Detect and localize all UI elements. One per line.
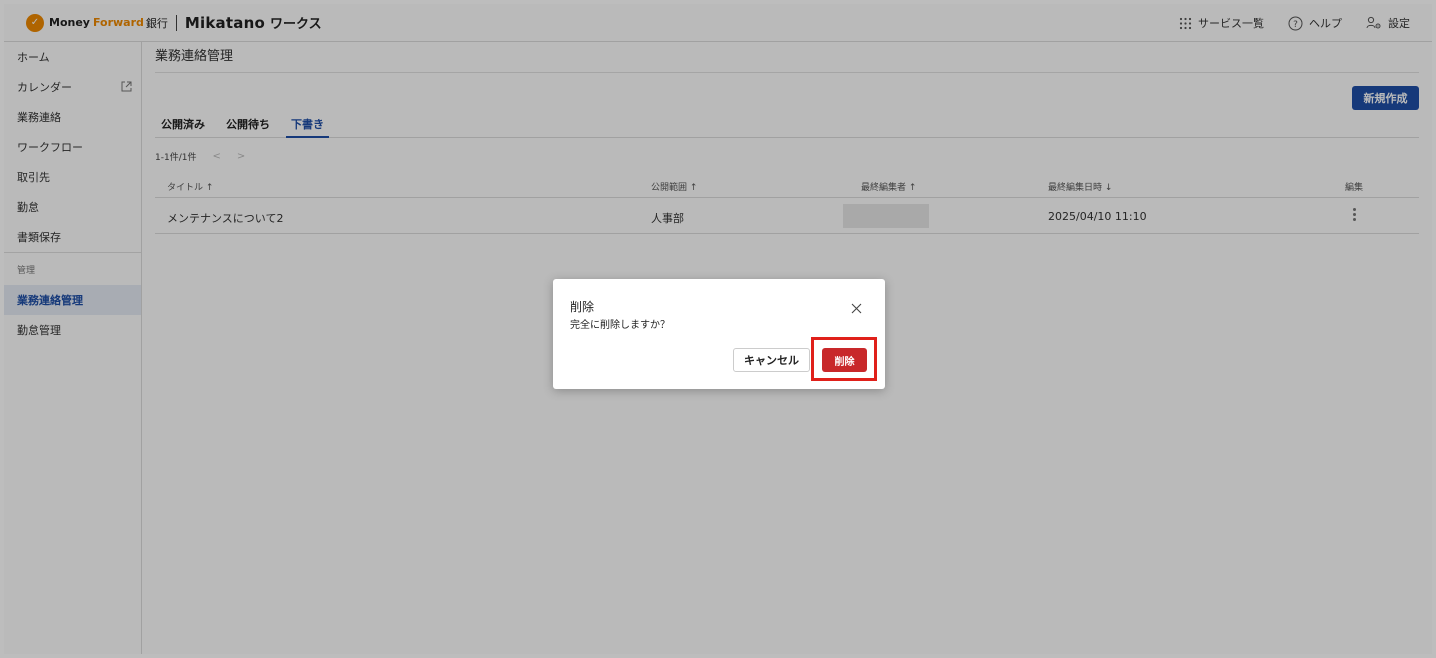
close-icon[interactable] bbox=[851, 299, 862, 318]
cancel-button[interactable]: キャンセル bbox=[733, 348, 810, 372]
delete-dialog: 削除 完全に削除しますか？ キャンセル 削除 bbox=[553, 279, 885, 389]
delete-button[interactable]: 削除 bbox=[822, 348, 867, 372]
app-window: ✓ Money Forward 銀行 Mikatano ワークス サービス一覧 … bbox=[4, 4, 1432, 654]
dialog-title: 削除 bbox=[570, 300, 595, 314]
dialog-message: 完全に削除しますか？ bbox=[570, 320, 670, 331]
